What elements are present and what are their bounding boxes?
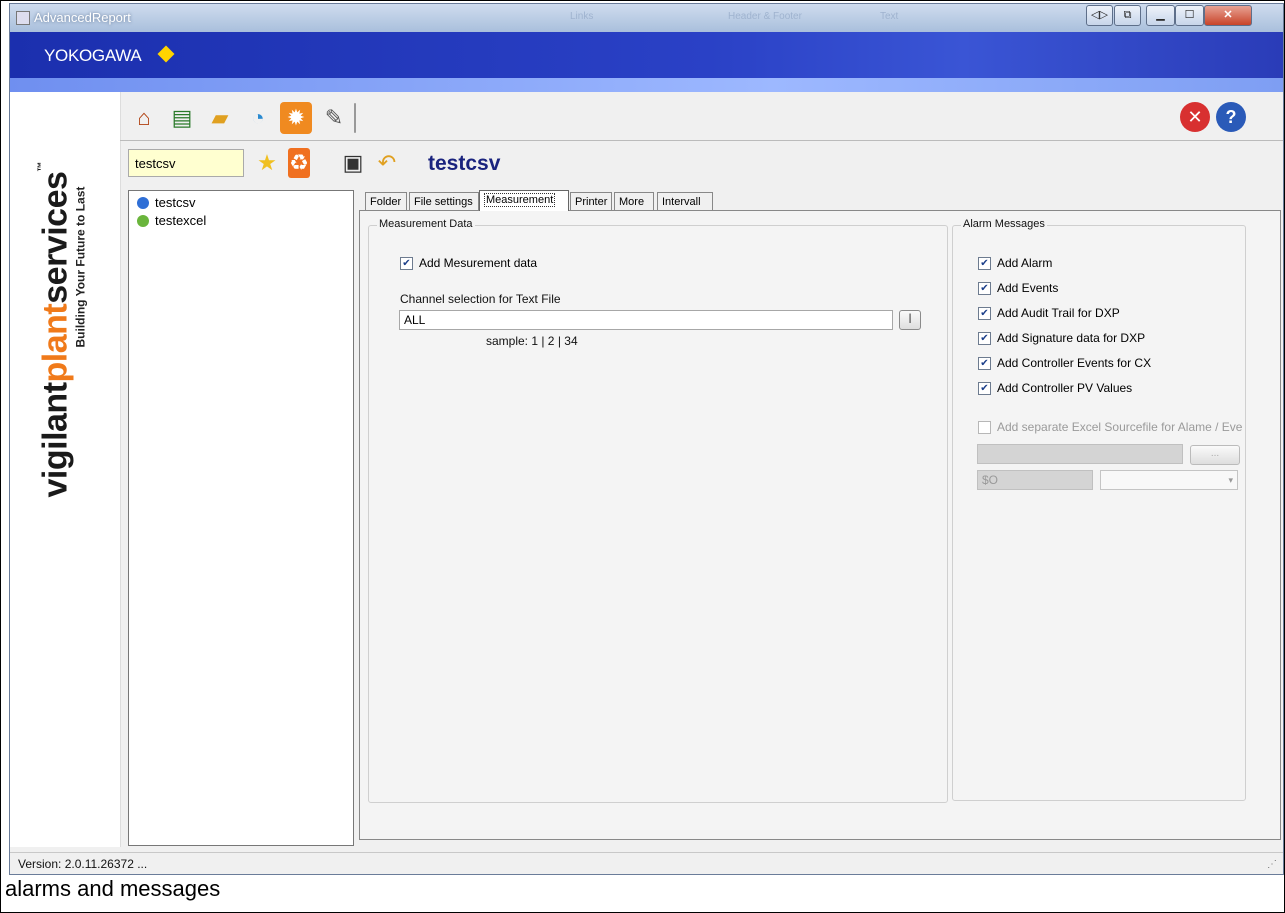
browse-button[interactable]: ...	[1190, 445, 1240, 465]
app-window: AdvancedReport Links Header & Footer Tex…	[9, 3, 1284, 875]
window-switch-icon[interactable]: ⧉	[1114, 5, 1141, 26]
measurement-data-group: Measurement Data ✔ Add Mesurement data C…	[368, 218, 948, 803]
tree-item-label: testcsv	[155, 195, 196, 210]
checkbox-check-icon: ✔	[978, 381, 991, 395]
minimize-button[interactable]: ▁	[1146, 5, 1175, 26]
screenshot-frame: AdvancedReport Links Header & Footer Tex…	[0, 0, 1285, 913]
close-button[interactable]: ✕	[1204, 5, 1252, 26]
home-icon[interactable]: ⌂	[128, 102, 160, 134]
checkbox-check-icon: ✔	[978, 306, 991, 320]
tree-item-testexcel[interactable]: testexcel	[137, 213, 206, 228]
schedule-icon[interactable]: ◔	[242, 102, 274, 134]
save-icon[interactable]: ▣	[338, 148, 368, 178]
resize-grip-icon[interactable]: ⋰	[1267, 859, 1277, 870]
logo-tagline: Building Your Future to Last	[73, 186, 88, 348]
add-alarm-checkbox[interactable]: ✔ Add Alarm	[978, 256, 1052, 270]
add-controller-pv-label: Add Controller PV Values	[997, 381, 1133, 395]
tab-measurement-label: Measurement	[484, 193, 556, 207]
logo-services: services	[36, 171, 75, 304]
new-report-icon[interactable]: ▤	[166, 102, 198, 134]
add-events-label: Add Events	[997, 281, 1059, 295]
app-icon	[16, 11, 30, 25]
figure-caption: alarms and messages	[5, 876, 221, 901]
chevron-down-icon: ▾	[1228, 475, 1233, 485]
report-status-icon	[137, 196, 149, 209]
settings-icon[interactable]: ✹	[280, 102, 312, 134]
checkbox-check-icon: ✔	[400, 256, 413, 270]
exit-icon[interactable]: ✕	[1180, 102, 1210, 132]
ghost-tab-header-footer: Header & Footer	[728, 11, 802, 22]
window-title: AdvancedReport	[34, 10, 131, 25]
checkbox-check-icon: ✔	[978, 356, 991, 370]
toolbar-separator	[354, 103, 356, 133]
yokogawa-logo: YOKOGAWA	[44, 46, 142, 65]
report-tree: testcsv testexcel	[128, 190, 354, 846]
add-controller-events-checkbox[interactable]: ✔ Add Controller Events for CX	[978, 356, 1151, 370]
ghost-tab-links: Links	[570, 11, 594, 22]
navigate-icon[interactable]: ◁▷	[1086, 5, 1113, 26]
tab-intervall[interactable]: Intervall	[657, 192, 713, 210]
tab-more[interactable]: More	[614, 192, 654, 210]
undo-icon[interactable]: ↶	[372, 148, 402, 178]
add-events-checkbox[interactable]: ✔ Add Events	[978, 281, 1058, 295]
main-toolbar: ⌂ ▤ ▰ ◔ ✹ ✎ ✕ ?	[120, 96, 1283, 141]
banner-stripe	[10, 78, 1283, 92]
ghost-tab-text: Text	[880, 11, 899, 22]
add-measurement-checkbox[interactable]: ✔ Add Mesurement data	[400, 256, 537, 270]
tab-printer[interactable]: Printer	[570, 192, 612, 210]
checkbox-check-icon: ✔	[978, 256, 991, 270]
add-audit-trail-checkbox[interactable]: ✔ Add Audit Trail for DXP	[978, 306, 1120, 320]
sheet-cell-input[interactable]: $O	[977, 470, 1093, 490]
edit-icon[interactable]: ✎	[318, 102, 350, 134]
status-bar: Version: 2.0.11.26372 ... ⋰	[10, 852, 1283, 874]
tree-item-testcsv[interactable]: testcsv	[137, 195, 195, 210]
measurement-data-legend: Measurement Data	[377, 218, 475, 230]
channel-selection-input[interactable]: ALL	[399, 310, 893, 330]
tab-file-settings[interactable]: File settings	[409, 192, 479, 210]
add-audit-trail-label: Add Audit Trail for DXP	[997, 306, 1120, 320]
tab-measurement[interactable]: Measurement	[479, 190, 569, 211]
channel-sample-text: sample: 1 | 2 | 34	[486, 334, 578, 348]
version-text: Version: 2.0.11.26372 ...	[18, 857, 148, 871]
separate-excel-label: Add separate Excel Sourcefile for Alame …	[997, 420, 1243, 434]
logo-plant: plant	[36, 303, 75, 383]
tree-item-label: testexcel	[155, 213, 207, 228]
add-controller-pv-checkbox[interactable]: ✔ Add Controller PV Values	[978, 381, 1132, 395]
add-star-icon[interactable]: ★	[252, 148, 282, 178]
checkbox-check-icon: ✔	[978, 281, 991, 295]
add-controller-events-label: Add Controller Events for CX	[997, 356, 1152, 370]
channel-selection-label: Channel selection for Text File	[400, 292, 561, 306]
report-heading: testcsv	[428, 152, 501, 175]
vigilant-plant-logo: vigilantplantservices™ Building Your Fut…	[36, 78, 88, 498]
yokogawa-diamond-icon	[157, 45, 175, 63]
sheet-select[interactable]: ▾	[1100, 470, 1238, 490]
alarm-messages-group: Alarm Messages ✔ Add Alarm ✔ Add Events …	[952, 218, 1246, 801]
brand-banner: YOKOGAWA	[10, 32, 1283, 78]
excel-source-path-input[interactable]	[977, 444, 1183, 464]
folder-icon[interactable]: ▰	[204, 102, 236, 134]
add-alarm-label: Add Alarm	[997, 256, 1053, 270]
add-signature-data-checkbox[interactable]: ✔ Add Signature data for DXP	[978, 331, 1145, 345]
title-bar[interactable]: AdvancedReport Links Header & Footer Tex…	[10, 4, 1283, 32]
checkbox-empty-icon	[978, 420, 991, 434]
alarm-messages-legend: Alarm Messages	[961, 218, 1047, 230]
maximize-button[interactable]: ☐	[1175, 5, 1204, 26]
add-signature-data-label: Add Signature data for DXP	[997, 331, 1146, 345]
tab-folder[interactable]: Folder	[365, 192, 407, 210]
channel-picker-button[interactable]: |	[899, 310, 921, 330]
delete-icon[interactable]: ♻	[288, 148, 310, 178]
logo-tm: ™	[36, 162, 48, 172]
help-icon[interactable]: ?	[1216, 102, 1246, 132]
report-status-icon	[137, 214, 149, 227]
report-toolbar: testcsv ★ ♻ ▣ ↶ testcsv	[128, 146, 1283, 186]
checkbox-check-icon: ✔	[978, 331, 991, 345]
report-name-input[interactable]: testcsv	[128, 149, 244, 177]
vigilant-plant-sidebar: vigilantplantservices™ Building Your Fut…	[10, 92, 121, 847]
separate-excel-checkbox[interactable]: Add separate Excel Sourcefile for Alame …	[978, 420, 1242, 434]
tab-content-panel: Measurement Data ✔ Add Mesurement data C…	[359, 210, 1281, 840]
add-measurement-label: Add Mesurement data	[419, 256, 538, 270]
logo-vigilant: vigilant	[36, 382, 75, 498]
